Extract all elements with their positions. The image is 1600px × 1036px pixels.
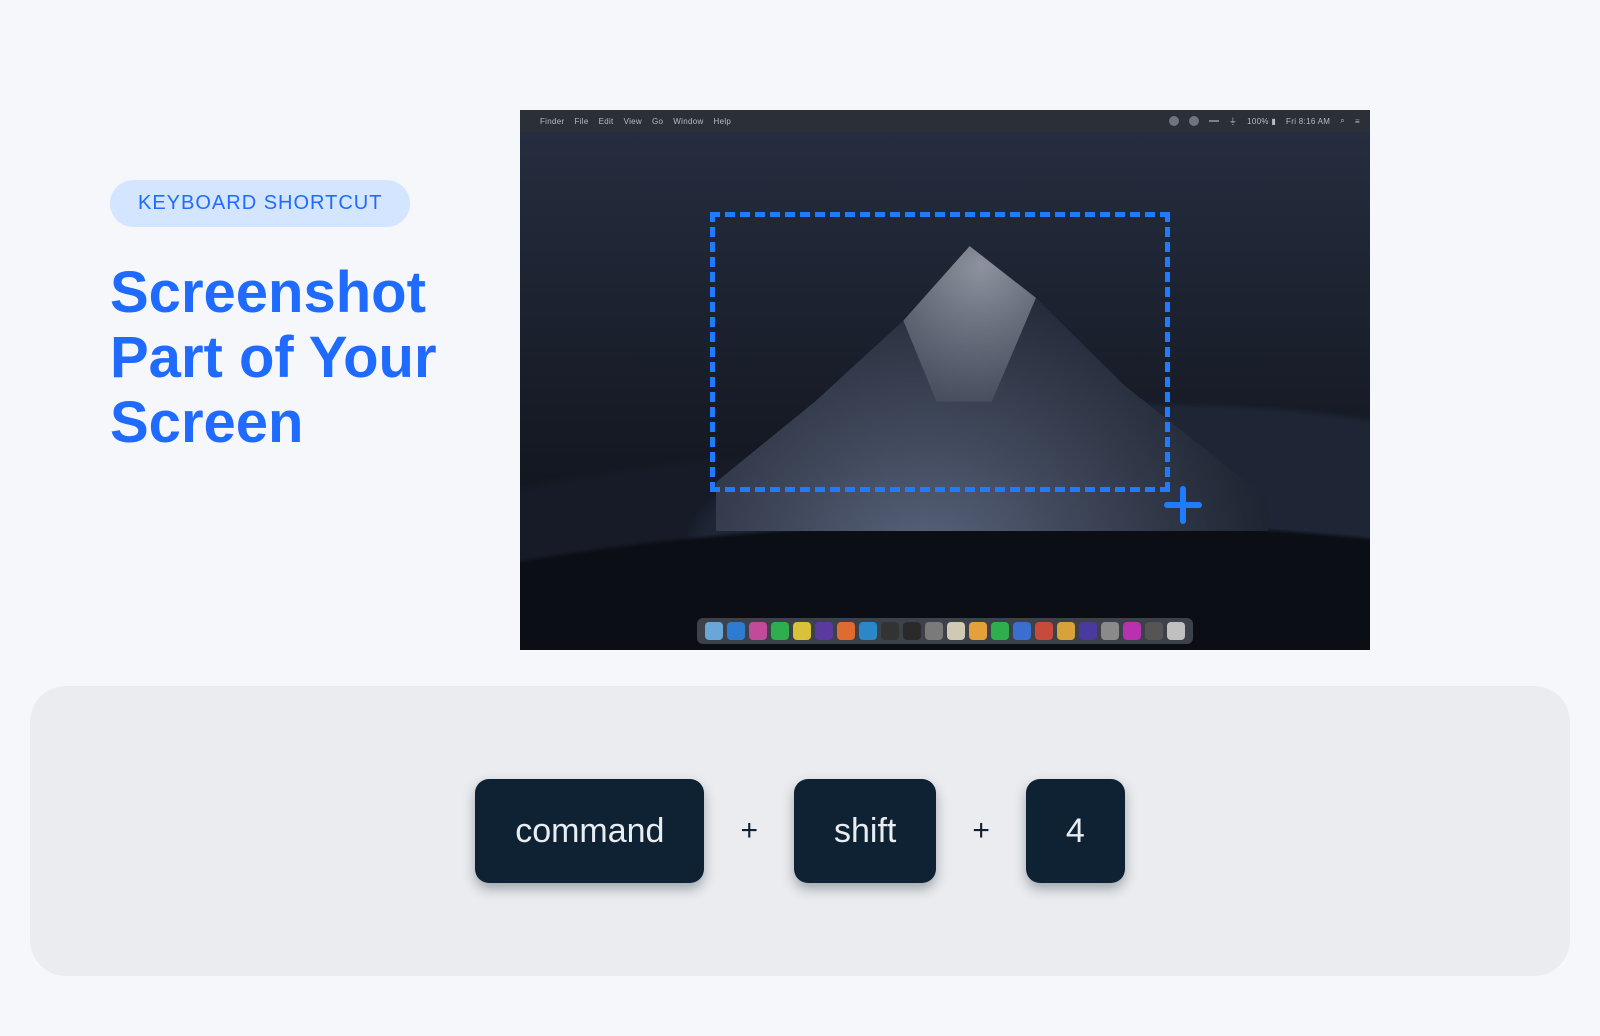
key-4: 4 [1026,779,1125,883]
dock-app-icon [947,622,965,640]
menubar-item: Help [714,117,732,126]
shortcut-bar: command + shift + 4 [30,686,1570,976]
dock-app-icon [1035,622,1053,640]
menubar-item: View [624,117,642,126]
keyboard-shortcut-badge: KEYBOARD SHORTCUT [110,180,410,227]
menubar-item: Window [673,117,703,126]
menubar-status-icon [1209,120,1219,122]
dock-app-icon [859,622,877,640]
dock-app-icon [991,622,1009,640]
dock-app-icon [1167,622,1185,640]
menubar-clock: Fri 8:16 AM [1286,117,1330,126]
key-separator: + [740,814,758,848]
screenshot-selection-rect [710,212,1170,492]
dock-app-icon [705,622,723,640]
dock-app-icon [881,622,899,640]
menubar-item: Go [652,117,663,126]
page-title: Screenshot Part of Your Screen [110,261,520,456]
dock-app-icon [727,622,745,640]
dock-app-icon [771,622,789,640]
dock-app-icon [793,622,811,640]
mac-dock [697,618,1193,644]
dock-app-icon [1101,622,1119,640]
menubar-wifi-icon: ⏚ [1229,116,1237,127]
dock-app-icon [969,622,987,640]
menubar-notifications-icon: ≡ [1355,117,1360,126]
mac-desktop-screenshot: FinderFileEditViewGoWindowHelp ⏚ 100% ▮ … [520,110,1370,650]
menubar-item: File [574,117,588,126]
key-shift: shift [794,779,936,883]
key-command: command [475,779,704,883]
dock-app-icon [749,622,767,640]
menubar-item: Finder [540,117,564,126]
dock-app-icon [925,622,943,640]
dock-app-icon [837,622,855,640]
menubar-status-icon [1189,116,1199,126]
menubar-item: Edit [599,117,614,126]
dock-app-icon [1123,622,1141,640]
dock-app-icon [903,622,921,640]
crosshair-cursor-icon [1160,482,1204,526]
dock-app-icon [815,622,833,640]
dock-app-icon [1145,622,1163,640]
mac-menubar: FinderFileEditViewGoWindowHelp ⏚ 100% ▮ … [520,110,1370,132]
dock-app-icon [1079,622,1097,640]
key-separator: + [972,814,990,848]
menubar-battery-label: 100% ▮ [1247,117,1276,126]
menubar-search-icon: ⌕ [1340,116,1345,126]
dock-app-icon [1013,622,1031,640]
dock-app-icon [1057,622,1075,640]
menubar-status-icon [1169,116,1179,126]
